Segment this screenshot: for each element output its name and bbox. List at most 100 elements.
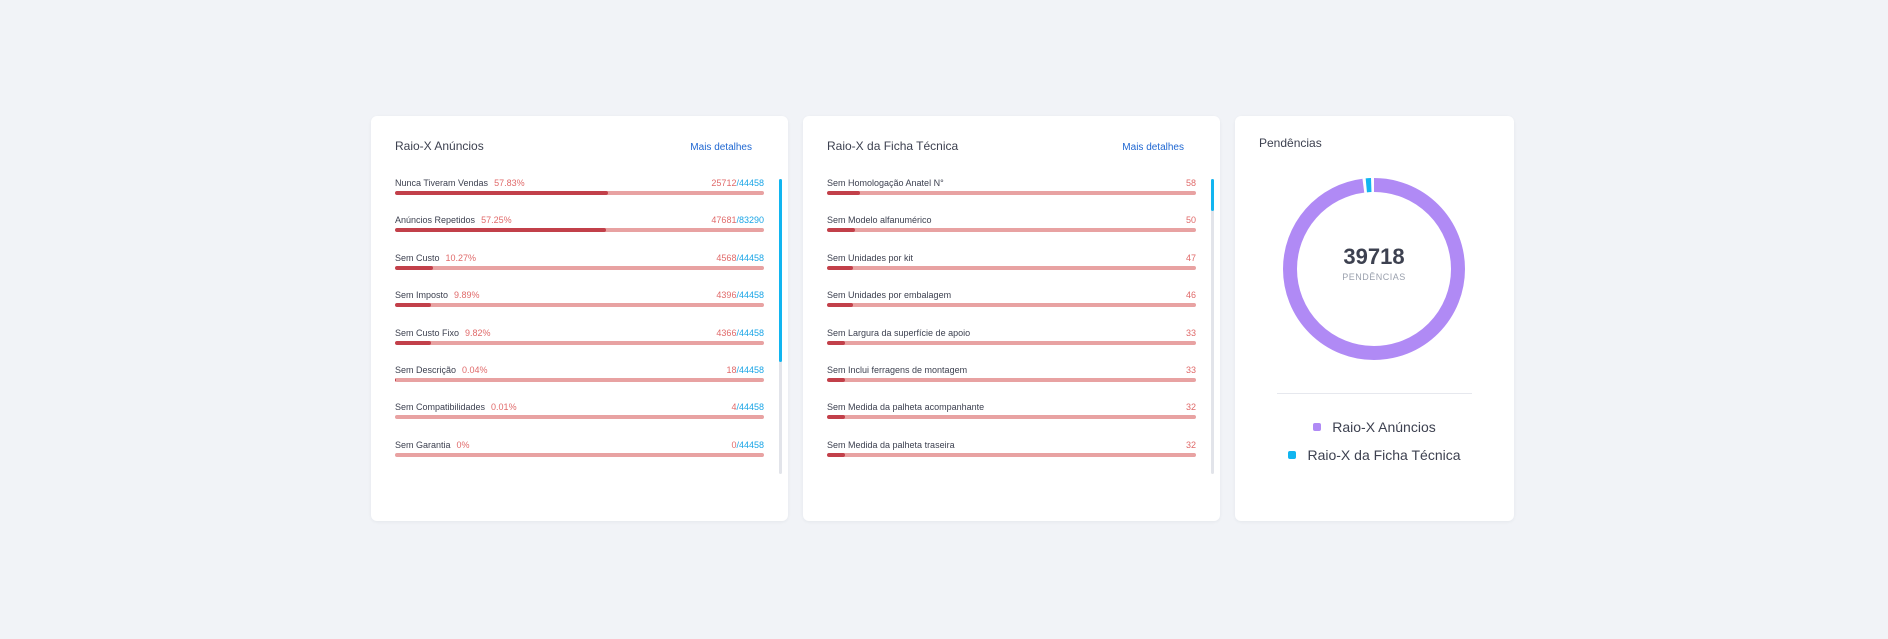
count-value: 33 xyxy=(1185,327,1196,338)
count-value: 4568 xyxy=(716,252,737,263)
progress-bar xyxy=(395,303,764,308)
progress-bar-fill xyxy=(827,377,846,382)
count-total: 44458 xyxy=(738,439,764,450)
progress-bar xyxy=(827,452,1196,457)
row-label: Nunca Tiveram Vendas 57.83% xyxy=(395,178,525,188)
count-value: 58 xyxy=(1185,178,1196,188)
progress-bar-fill xyxy=(395,228,607,233)
row-count: 46 xyxy=(1186,290,1196,300)
scrollbar[interactable] xyxy=(779,179,782,474)
row-label: Sem Largura da superfície de apoio xyxy=(827,328,970,338)
count-total: 83290 xyxy=(738,215,764,226)
row-count: 47 xyxy=(1186,253,1196,263)
row-label: Sem Garantia 0% xyxy=(395,440,470,450)
row-count: 4366/44458 xyxy=(716,328,764,338)
legend-label: Raio-X da Ficha Técnica xyxy=(1307,447,1461,463)
row-percentage: 0.04% xyxy=(462,364,488,375)
row-label: Sem Medida da palheta acompanhante xyxy=(827,402,984,412)
row-label-text: Sem Compatibilidades xyxy=(395,402,486,413)
list-item: Sem Largura da superfície de apoio 33 xyxy=(827,328,1196,365)
legend-dot-icon xyxy=(1313,423,1322,431)
mais-detalhes-link[interactable]: Mais detalhes xyxy=(1122,142,1184,153)
donut-legend: Raio-X Anúncios Raio-X da Ficha Técnica xyxy=(1235,413,1514,469)
row-label-text: Sem Custo xyxy=(395,252,440,263)
row-label: Sem Homologação Anatel N° xyxy=(827,178,944,188)
list-item: Sem Garantia 0% 0/44458 xyxy=(395,440,764,477)
row-count: 18/44458 xyxy=(726,365,764,375)
count-value: 47 xyxy=(1185,252,1196,263)
row-label-text: Sem Unidades por kit xyxy=(827,252,914,263)
count-value: 4396 xyxy=(716,290,737,301)
progress-bar xyxy=(395,415,764,420)
row-count: 0/44458 xyxy=(731,440,764,450)
count-value: 32 xyxy=(1185,402,1196,413)
progress-bar xyxy=(827,303,1196,308)
raio-x-anuncios-card: Raio-X Anúncios Mais detalhes Nunca Tive… xyxy=(371,116,788,521)
row-percentage: 0.01% xyxy=(491,402,517,413)
donut-total-value: 39718 xyxy=(1343,244,1405,269)
row-label: Sem Unidades por kit xyxy=(827,253,913,263)
row-count: 47681/83290 xyxy=(711,215,764,225)
count-value: 32 xyxy=(1185,439,1196,450)
progress-bar-fill xyxy=(395,191,609,195)
list-item: Sem Medida da palheta traseira 32 xyxy=(827,440,1196,477)
progress-bar-fill xyxy=(395,340,432,345)
row-label: Sem Inclui ferragens de montagem xyxy=(827,365,967,375)
count-total: 44458 xyxy=(738,327,764,338)
pendencias-donut-chart[interactable]: 39718 PENDÊNCIAS xyxy=(1281,176,1467,362)
count-value: 4366 xyxy=(716,327,737,338)
row-label-text: Sem Medida da palheta traseira xyxy=(827,439,955,450)
row-label-text: Sem Descrição xyxy=(395,364,457,375)
scrollbar-thumb[interactable] xyxy=(1211,179,1214,212)
row-percentage: 9.82% xyxy=(465,327,491,338)
count-value: 46 xyxy=(1185,290,1196,301)
progress-bar-fill xyxy=(395,303,432,308)
row-label-text: Sem Inclui ferragens de montagem xyxy=(827,364,968,375)
row-label: Sem Descrição 0.04% xyxy=(395,365,488,375)
row-label-text: Sem Garantia xyxy=(395,439,451,450)
row-label-text: Sem Imposto xyxy=(395,290,449,301)
count-value: 33 xyxy=(1185,364,1196,375)
progress-bar xyxy=(827,265,1196,270)
count-value: 47681 xyxy=(711,215,737,226)
row-count: 4568/44458 xyxy=(716,253,764,263)
list-item: Nunca Tiveram Vendas 57.83% 25712/44458 xyxy=(395,178,764,215)
legend-label: Raio-X Anúncios xyxy=(1332,419,1436,435)
progress-bar xyxy=(827,228,1196,233)
row-label: Sem Custo 10.27% xyxy=(395,253,476,263)
legend-item[interactable]: Raio-X Anúncios xyxy=(1235,413,1514,441)
row-percentage: 57.83% xyxy=(494,178,525,188)
progress-bar xyxy=(395,452,764,457)
row-label: Sem Compatibilidades 0.01% xyxy=(395,402,517,412)
legend-item[interactable]: Raio-X da Ficha Técnica xyxy=(1235,441,1514,469)
list-item: Sem Custo 10.27% 4568/44458 xyxy=(395,253,764,290)
donut-total-label: PENDÊNCIAS xyxy=(1342,272,1406,282)
list-item: Sem Homologação Anatel N° 58 xyxy=(827,178,1196,215)
raio-x-ficha-tecnica-card: Raio-X da Ficha Técnica Mais detalhes Se… xyxy=(803,116,1220,521)
row-label: Sem Imposto 9.89% xyxy=(395,290,480,300)
row-label-text: Sem Homologação Anatel N° xyxy=(827,178,944,188)
progress-bar xyxy=(395,265,764,270)
row-label-text: Anúncios Repetidos xyxy=(395,215,476,226)
row-count: 32 xyxy=(1186,440,1196,450)
row-label-text: Nunca Tiveram Vendas xyxy=(395,178,489,188)
progress-bar-fill xyxy=(827,452,846,457)
row-label-text: Sem Largura da superfície de apoio xyxy=(827,327,971,338)
row-label: Sem Medida da palheta traseira xyxy=(827,440,955,450)
row-count: 33 xyxy=(1186,365,1196,375)
progress-bar-fill xyxy=(827,415,846,420)
row-label-text: Sem Medida da palheta acompanhante xyxy=(827,402,985,413)
row-count: 58 xyxy=(1186,178,1196,188)
donut-center: 39718 PENDÊNCIAS xyxy=(1281,244,1467,282)
row-percentage: 10.27% xyxy=(445,252,477,263)
progress-bar-fill xyxy=(827,265,853,270)
progress-bar xyxy=(395,191,764,195)
row-label: Sem Unidades por embalagem xyxy=(827,290,951,300)
mais-detalhes-link[interactable]: Mais detalhes xyxy=(690,142,752,153)
progress-bar xyxy=(827,415,1196,420)
count-total: 44458 xyxy=(738,252,764,263)
row-label-text: Sem Custo Fixo xyxy=(395,327,460,338)
count-total: 44458 xyxy=(738,402,764,413)
scrollbar[interactable] xyxy=(1211,179,1214,474)
scrollbar-thumb[interactable] xyxy=(779,179,782,362)
